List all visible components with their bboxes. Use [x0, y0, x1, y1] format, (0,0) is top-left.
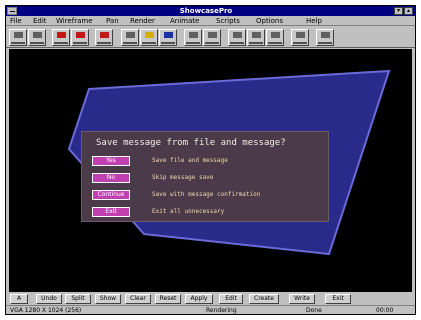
system-menu-icon[interactable]	[7, 7, 17, 15]
status-state: Done	[306, 307, 322, 314]
command-button-apply[interactable]: Apply	[185, 294, 213, 304]
render-icon	[208, 32, 217, 38]
menu-scripts[interactable]: Scripts	[216, 17, 240, 25]
toolbar-button-grid2[interactable]	[247, 29, 265, 46]
menu-bar: File Edit Wireframe Pan Render Animate S…	[6, 16, 415, 26]
command-button-show[interactable]: Show	[95, 294, 121, 304]
grid-icon	[233, 32, 242, 38]
folder-icon	[33, 32, 42, 38]
record-icon	[57, 32, 66, 38]
menu-animate[interactable]: Animate	[170, 17, 199, 25]
render-canvas[interactable]: Save message from file and message? Yes …	[9, 49, 412, 292]
toolbar-button-view[interactable]	[121, 29, 139, 46]
command-button-clear[interactable]: Clear	[125, 294, 151, 304]
toolbar-button-red2[interactable]	[71, 29, 89, 46]
document-icon	[14, 32, 23, 38]
view-icon	[126, 32, 135, 38]
light-icon	[145, 32, 154, 38]
minimize-icon[interactable]: ▾	[394, 7, 403, 15]
save-dialog: Save message from file and message? Yes …	[81, 131, 329, 222]
maximize-icon[interactable]: ▴	[404, 7, 413, 15]
toolbar-button-grid3[interactable]	[266, 29, 284, 46]
menu-edit[interactable]: Edit	[33, 17, 47, 25]
command-button-reset[interactable]: Reset	[155, 294, 181, 304]
grid-icon	[271, 32, 280, 38]
camera-icon	[164, 32, 173, 38]
status-mode: Rendering	[206, 307, 237, 314]
stop-icon	[76, 32, 85, 38]
app-window: ShowcasePro ▾ ▴ File Edit Wireframe Pan …	[5, 5, 416, 315]
window-title: ShowcasePro	[179, 7, 233, 15]
no-description: Skip message save	[152, 174, 214, 181]
menu-pan[interactable]: Pan	[106, 17, 119, 25]
toolbar-button-open[interactable]	[28, 29, 46, 46]
continue-description: Save with message confirmation	[152, 191, 261, 198]
status-bar: VGA 1280 X 1024 (256) Rendering Done 00:…	[6, 305, 415, 314]
toolbar-button-red3[interactable]	[95, 29, 113, 46]
toolbar	[6, 27, 415, 48]
title-bar: ShowcasePro ▾ ▴	[6, 6, 415, 16]
toolbar-button-print[interactable]	[291, 29, 309, 46]
toolbar-button-camera[interactable]	[159, 29, 177, 46]
command-button-write[interactable]: Write	[289, 294, 315, 304]
status-time: 00:00	[376, 307, 394, 314]
menu-render[interactable]: Render	[130, 17, 155, 25]
toolbar-button-render[interactable]	[203, 29, 221, 46]
toolbar-button-red1[interactable]	[52, 29, 70, 46]
yes-button[interactable]: Yes	[92, 156, 130, 166]
toolbar-button-light[interactable]	[140, 29, 158, 46]
grid-icon	[252, 32, 261, 38]
exit-button[interactable]: Exit	[92, 207, 130, 217]
toolbar-button-new[interactable]	[9, 29, 27, 46]
command-button-edit[interactable]: Edit	[219, 294, 243, 304]
menu-options[interactable]: Options	[256, 17, 283, 25]
menu-wireframe[interactable]: Wireframe	[56, 17, 93, 25]
command-button-a[interactable]: A	[10, 294, 28, 304]
no-button[interactable]: No	[92, 173, 130, 183]
yes-description: Save file and message	[152, 157, 228, 164]
delete-icon	[100, 32, 109, 38]
menu-help[interactable]: Help	[306, 17, 322, 25]
mesh-icon	[189, 32, 198, 38]
command-button-split[interactable]: Split	[65, 294, 91, 304]
toolbar-button-grid1[interactable]	[228, 29, 246, 46]
command-button-exit[interactable]: Exit	[325, 294, 351, 304]
menu-file[interactable]: File	[10, 17, 22, 25]
dialog-prompt: Save message from file and message?	[96, 138, 286, 148]
exit-description: Exit all unnecessary	[152, 208, 225, 215]
continue-button[interactable]: Continue	[92, 190, 130, 200]
print-icon	[296, 32, 305, 38]
command-button-create[interactable]: Create	[249, 294, 279, 304]
toolbar-button-settings[interactable]	[316, 29, 334, 46]
toolbar-button-mesh[interactable]	[184, 29, 202, 46]
command-button-undo[interactable]: Undo	[36, 294, 62, 304]
gear-icon	[321, 32, 330, 38]
command-bar: A Undo Split Show Clear Reset Apply Edit…	[6, 293, 415, 305]
status-resolution: VGA 1280 X 1024 (256)	[10, 307, 82, 314]
